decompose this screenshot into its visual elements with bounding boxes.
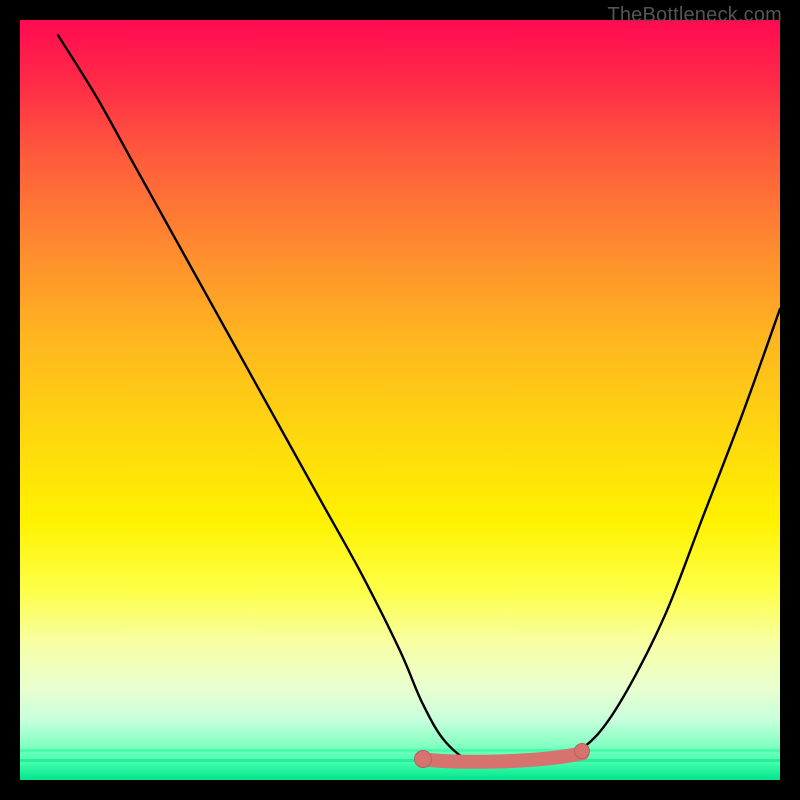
watermark-text: TheBottleneck.com	[607, 4, 782, 27]
lowband-segment	[423, 753, 583, 761]
curve-svg	[20, 20, 780, 780]
bottleneck-curve	[58, 35, 780, 766]
lowband-start-marker	[414, 750, 432, 768]
plot-area	[20, 20, 780, 780]
